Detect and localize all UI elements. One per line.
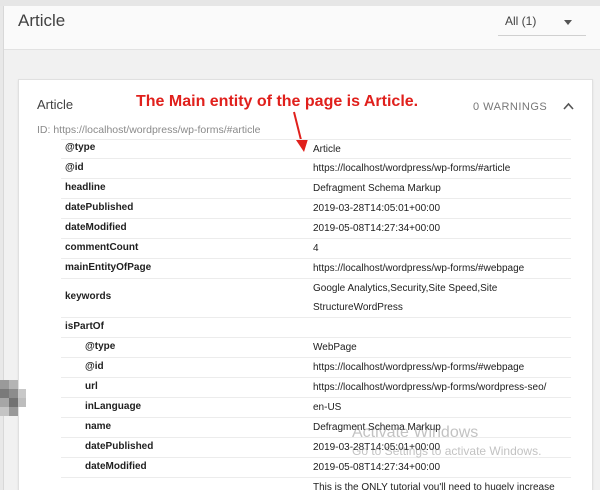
property-key: datePublished — [65, 202, 134, 213]
property-key: name — [85, 421, 112, 432]
results-header: Article All (1) — [4, 6, 600, 50]
property-value: 4 — [313, 243, 319, 254]
table-row: headline Defragment Schema Markup — [61, 178, 571, 198]
property-key: dateModified — [85, 461, 147, 472]
filter-dropdown-label: All (1) — [505, 14, 537, 28]
property-value: Article — [313, 144, 341, 155]
property-key: datePublished — [85, 441, 154, 452]
property-value: Defragment Schema Markup — [313, 183, 441, 194]
property-key: dateModified — [65, 222, 127, 233]
table-row: dateModified 2019-05-08T14:27:34+00:00 — [61, 218, 571, 238]
property-value: https://localhost/wordpress/wp-forms/#ar… — [313, 163, 511, 174]
table-row: @id https://localhost/wordpress/wp-forms… — [61, 357, 571, 377]
table-row: @type Article — [61, 139, 571, 158]
blurred-icon — [0, 380, 26, 416]
table-row: This is the ONLY tutorial you'll need to… — [61, 477, 571, 490]
property-key: @id — [85, 361, 104, 372]
table-row: @type WebPage — [61, 337, 571, 357]
table-row: isPartOf — [61, 317, 571, 337]
annotation-callout: The Main entity of the page is Article. — [136, 93, 419, 110]
property-key: @type — [85, 341, 116, 352]
property-value: https://localhost/wordpress/wp-forms/wor… — [313, 382, 547, 393]
property-key: @type — [65, 142, 96, 153]
property-value: WebPage — [313, 342, 357, 353]
property-key: url — [85, 381, 98, 392]
table-row: datePublished 2019-03-28T14:05:01+00:00 — [61, 198, 571, 218]
entity-card-title: Article — [37, 97, 74, 112]
property-value: 2019-05-08T14:27:34+00:00 — [313, 462, 441, 473]
table-row: name Defragment Schema Markup — [61, 417, 571, 437]
table-row: inLanguage en-US — [61, 397, 571, 417]
property-key: headline — [65, 182, 106, 193]
property-value: This is the ONLY tutorial you'll need to… — [313, 482, 555, 490]
activate-windows-watermark: Activate Windows — [352, 424, 479, 441]
property-value: 2019-03-28T14:05:01+00:00 — [313, 203, 441, 214]
activate-windows-hint: Go to Settings to activate Windows. — [352, 444, 542, 458]
property-value: Google Analytics,Security,Site Speed,Sit… — [313, 283, 498, 313]
property-key: @id — [65, 162, 84, 173]
table-row: dateModified 2019-05-08T14:27:34+00:00 — [61, 457, 571, 477]
results-header-title: Article — [18, 11, 66, 30]
property-key: isPartOf — [65, 321, 104, 332]
property-value: https://localhost/wordpress/wp-forms/#we… — [313, 263, 525, 274]
table-row: commentCount 4 — [61, 238, 571, 258]
table-row: keywords Google Analytics,Security,Site … — [61, 278, 571, 317]
table-row: url https://localhost/wordpress/wp-forms… — [61, 377, 571, 397]
properties-table: @type Article @id https://localhost/word… — [61, 139, 571, 490]
entity-id: ID: https://localhost/wordpress/wp-forms… — [37, 124, 261, 136]
chevron-down-icon — [564, 20, 572, 25]
property-value: en-US — [313, 402, 342, 413]
property-value: 2019-05-08T14:27:34+00:00 — [313, 223, 441, 234]
property-key: mainEntityOfPage — [65, 262, 152, 273]
property-key: inLanguage — [85, 401, 142, 412]
property-key: keywords — [65, 291, 112, 302]
property-value: https://localhost/wordpress/wp-forms/#we… — [313, 362, 525, 373]
warnings-count: 0 WARNINGS — [473, 101, 548, 113]
table-row: @id https://localhost/wordpress/wp-forms… — [61, 158, 571, 178]
filter-dropdown[interactable]: All (1) — [498, 8, 586, 36]
property-key: commentCount — [65, 242, 139, 253]
table-row: mainEntityOfPage https://localhost/wordp… — [61, 258, 571, 278]
chevron-up-icon[interactable] — [563, 101, 574, 112]
